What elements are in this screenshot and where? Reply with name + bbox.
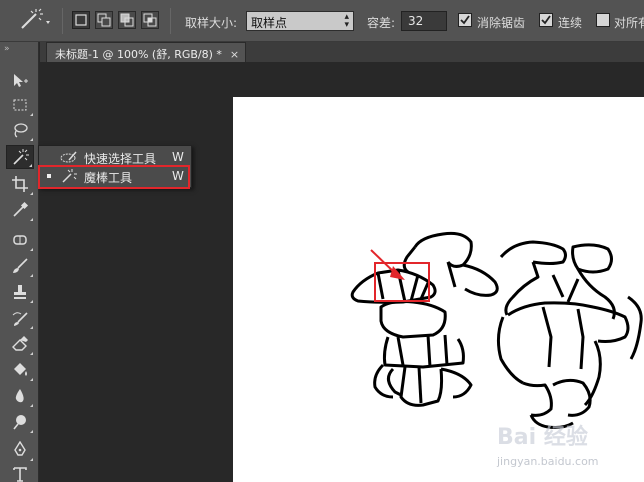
crop-icon: [12, 176, 28, 192]
document-title: 未标题-1 @ 100% (舒, RGB/8) *: [55, 48, 222, 61]
contiguous-checkbox[interactable]: [539, 13, 553, 27]
intersect-selection-button[interactable]: [141, 11, 159, 29]
sample-size-select[interactable]: 取样点 ▴ ▾: [246, 11, 354, 31]
new-selection-button[interactable]: [72, 11, 90, 29]
eraser-icon: [12, 336, 28, 351]
watermark-url: jingyan.baidu.com: [497, 455, 599, 468]
panel-collapse-icon[interactable]: »: [4, 44, 9, 54]
subtract-from-selection-button[interactable]: [118, 11, 136, 29]
subtract-selection-icon: [120, 13, 134, 27]
lasso-icon: [14, 123, 28, 138]
magic-wand-icon: [21, 8, 50, 29]
checkmark-icon: [460, 15, 470, 25]
pen-icon: [14, 441, 26, 456]
add-to-selection-button[interactable]: [95, 11, 113, 29]
highlight-annotation-box: [38, 165, 190, 189]
move-icon: [14, 74, 28, 87]
contiguous-label: 连续: [558, 16, 583, 30]
select-arrows-icon: ▴ ▾: [344, 12, 349, 30]
marquee-icon: [13, 99, 27, 111]
blur-drop-icon: [15, 389, 24, 403]
sample-size-value: 取样点: [251, 16, 288, 30]
all-layers-label: 对所有: [614, 16, 644, 30]
type-tool[interactable]: [6, 462, 34, 482]
eraser-tool[interactable]: [6, 332, 34, 356]
healing-brush-tool[interactable]: [6, 228, 34, 252]
options-bar: 取样大小: 取样点 ▴▾ 容差: 32 消除锯齿 连续 对所有: [0, 0, 644, 42]
quick-selection-icon: [60, 151, 77, 163]
move-tool[interactable]: [6, 69, 34, 93]
quick-selection-shortcut: W: [172, 150, 184, 164]
history-brush-icon: [12, 312, 28, 326]
tolerance-label: 容差:: [367, 16, 396, 30]
eyedropper-tool[interactable]: [6, 198, 34, 222]
intersect-selection-icon: [143, 13, 157, 27]
stamp-icon: [14, 285, 26, 299]
tools-panel: »: [0, 42, 39, 482]
document-tab[interactable]: 未标题-1 @ 100% (舒, RGB/8) * ×: [46, 42, 246, 62]
add-selection-icon: [97, 13, 111, 27]
brush-icon: [13, 258, 28, 273]
magic-wand-tool[interactable]: [6, 145, 34, 169]
watermark: Bai 经验 jingyan.baidu.com: [497, 419, 643, 481]
eyedropper-icon: [13, 201, 29, 217]
type-icon: [13, 467, 27, 482]
brush-tool[interactable]: [6, 254, 34, 278]
close-tab-icon[interactable]: ×: [230, 48, 239, 61]
watermark-brand: Bai 经验: [497, 425, 588, 450]
antialias-label: 消除锯齿: [477, 16, 526, 30]
dodge-icon: [13, 415, 26, 430]
blur-tool[interactable]: [6, 384, 34, 408]
dodge-tool[interactable]: [6, 410, 34, 434]
magic-wand-icon: [13, 149, 29, 165]
document-tab-bar: 未标题-1 @ 100% (舒, RGB/8) * ×: [40, 42, 644, 62]
bandage-icon: [13, 235, 27, 245]
new-selection-icon: [75, 14, 87, 26]
crop-tool[interactable]: [6, 172, 34, 196]
history-brush-tool[interactable]: [6, 306, 34, 330]
paint-bucket-icon: [14, 363, 27, 376]
checkmark-icon: [541, 15, 551, 25]
sample-size-label: 取样大小:: [185, 16, 238, 30]
tool-preset-picker[interactable]: [12, 8, 54, 34]
clone-stamp-tool[interactable]: [6, 280, 34, 304]
all-layers-checkbox[interactable]: [596, 13, 610, 27]
paint-bucket-tool[interactable]: [6, 358, 34, 382]
pen-tool[interactable]: [6, 438, 34, 462]
tolerance-input[interactable]: 32: [401, 11, 447, 31]
antialias-checkbox[interactable]: [458, 13, 472, 27]
marquee-tool[interactable]: [6, 93, 34, 117]
lasso-tool[interactable]: [6, 118, 34, 142]
